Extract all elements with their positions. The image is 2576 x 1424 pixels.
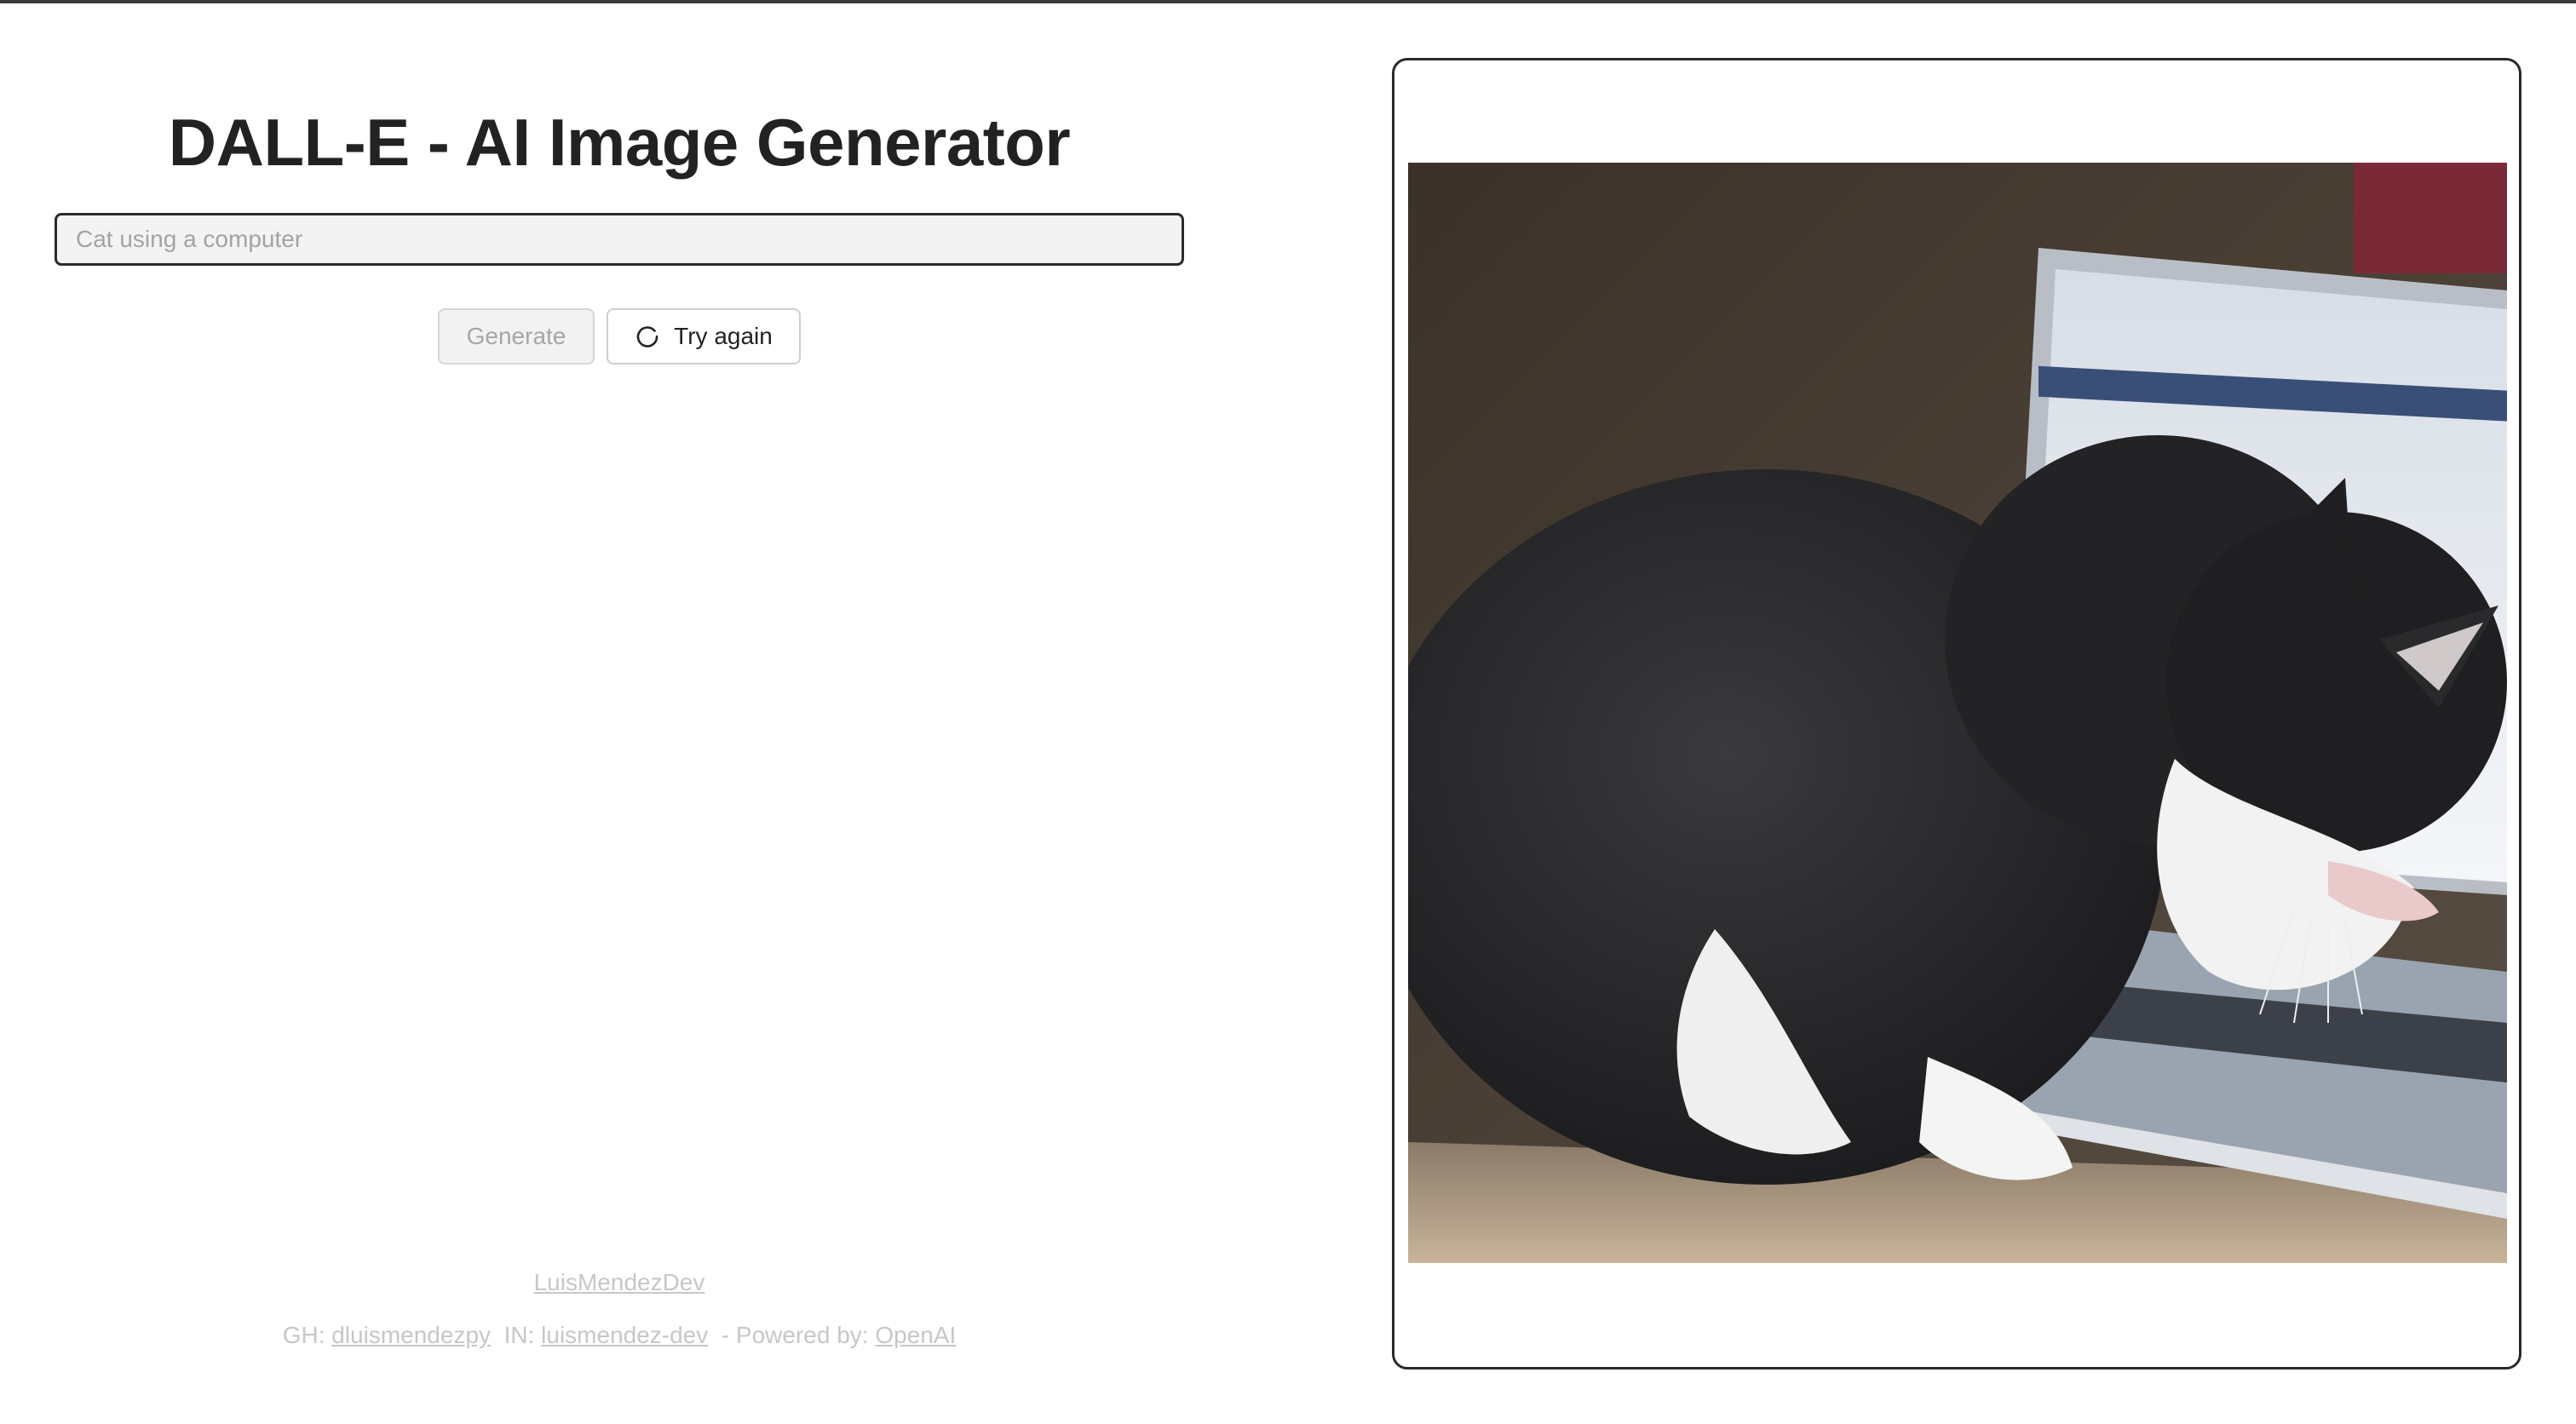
try-again-label: Try again: [674, 323, 773, 349]
gh-prefix: GH:: [282, 1322, 332, 1348]
generate-button[interactable]: Generate: [438, 308, 595, 365]
in-prefix: IN:: [491, 1322, 542, 1348]
linkedin-link[interactable]: luismendez-dev: [541, 1322, 708, 1348]
prompt-input[interactable]: [55, 213, 1184, 266]
generate-button-label: Generate: [466, 323, 566, 349]
footer-links: GH: dluismendezpy IN: luismendez-dev - P…: [0, 1322, 1239, 1349]
generator-panel: DALL-E - AI Image Generator Generate Try…: [0, 3, 1239, 1424]
footer-author: LuisMendezDev: [0, 1269, 1239, 1296]
author-link[interactable]: LuisMendezDev: [534, 1269, 705, 1295]
generated-image: [1408, 163, 2507, 1263]
refresh-icon: [635, 324, 660, 349]
openai-link[interactable]: OpenAI: [875, 1322, 956, 1348]
page-title: DALL-E - AI Image Generator: [168, 105, 1071, 180]
github-link[interactable]: dluismendezpy: [331, 1322, 491, 1348]
powered-prefix: - Powered by:: [708, 1322, 876, 1348]
try-again-button[interactable]: Try again: [607, 308, 801, 365]
result-card: [1392, 58, 2521, 1369]
